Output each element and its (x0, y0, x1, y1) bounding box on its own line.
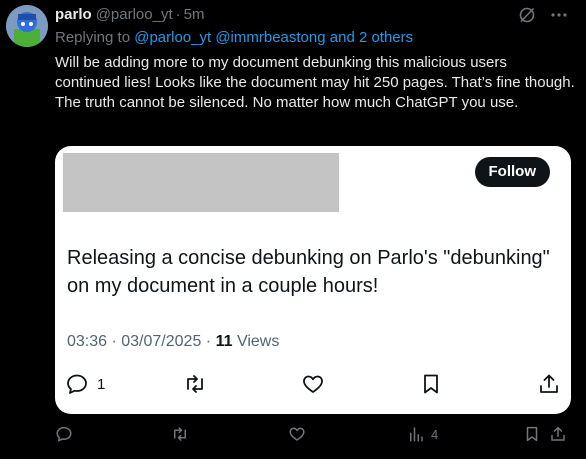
quoted-views-label: Views (236, 333, 280, 350)
retweet-icon (171, 425, 189, 443)
share-button[interactable] (549, 425, 567, 443)
author-handle[interactable]: @parloo_yt (96, 6, 173, 23)
grok-icon[interactable] (518, 6, 536, 24)
post-time[interactable]: 5m (184, 6, 205, 23)
more-icon[interactable] (550, 6, 568, 24)
quoted-post-card[interactable]: Follow Releasing a concise debunking on … (55, 146, 571, 414)
reply-icon (65, 372, 89, 396)
post-top-icons (518, 6, 568, 24)
replying-to: Replying to @parloo_yt @immrbeastong and… (55, 29, 413, 46)
bookmark-icon (523, 425, 541, 443)
quoted-reply-count: 1 (97, 375, 106, 393)
views-count: 4 (431, 426, 439, 442)
replying-to-users[interactable]: @parloo_yt @immrbeastong and 2 others (134, 29, 413, 46)
like-icon (301, 372, 325, 396)
quoted-bookmark-button[interactable] (419, 372, 443, 396)
quoted-like-button[interactable] (301, 372, 325, 396)
reply-icon (55, 425, 73, 443)
bookmark-button[interactable] (523, 425, 541, 443)
quoted-action-bar: 1 (63, 372, 563, 396)
share-icon (537, 372, 561, 396)
bookmark-icon (419, 372, 443, 396)
quoted-retweet-button[interactable] (183, 372, 207, 396)
post-text: Will be adding more to my document debun… (55, 54, 575, 111)
views-button[interactable]: 4 (407, 425, 438, 443)
redacted-author (63, 153, 339, 212)
quoted-post-text: Releasing a concise debunking on Parlo's… (67, 247, 550, 297)
quoted-reply-button[interactable]: 1 (65, 372, 105, 396)
quoted-views-count: 11 (215, 333, 233, 350)
retweet-icon (183, 372, 207, 396)
like-button[interactable] (288, 425, 306, 443)
views-icon (407, 425, 425, 443)
avatar[interactable] (6, 5, 48, 47)
post-action-bar: 4 (55, 425, 575, 447)
quoted-post-meta: 03:36 · 03/07/2025 · 11 Views (67, 333, 279, 351)
reply-button[interactable] (55, 425, 73, 443)
author-name[interactable]: parlo (55, 6, 92, 23)
retweet-button[interactable] (171, 425, 189, 443)
like-icon (288, 425, 306, 443)
separator: · (175, 6, 181, 23)
follow-button[interactable]: Follow (474, 157, 550, 187)
quoted-share-button[interactable] (537, 372, 561, 396)
replying-prefix: Replying to (55, 29, 131, 46)
quoted-post-time[interactable]: 03:36 · 03/07/2025 · (67, 333, 211, 350)
post-header: parlo @parloo_yt · 5m (55, 6, 204, 26)
share-icon (549, 425, 567, 443)
